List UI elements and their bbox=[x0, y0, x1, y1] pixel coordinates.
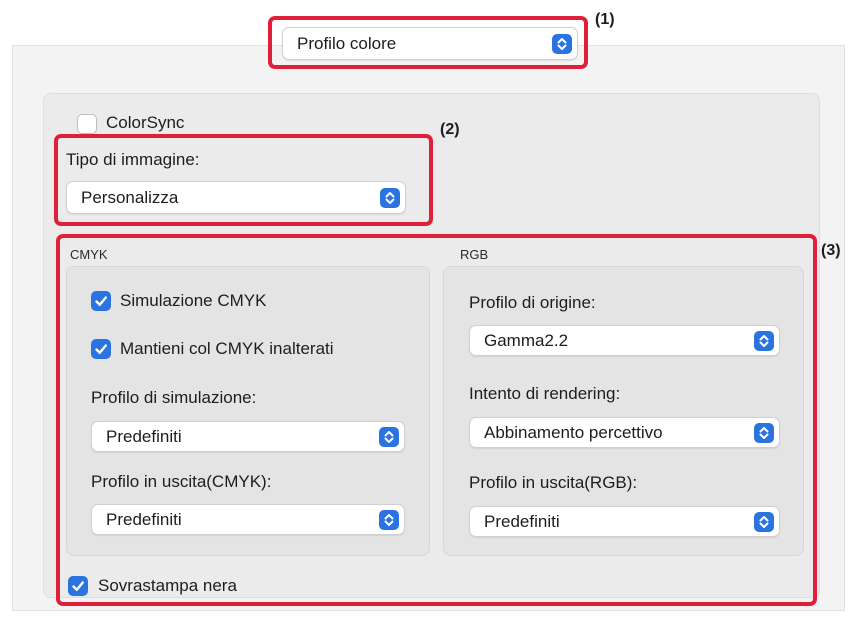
callout-number-2: (2) bbox=[440, 121, 460, 138]
colorsync-checkbox[interactable] bbox=[77, 114, 97, 134]
callout-number-1: (1) bbox=[595, 11, 615, 28]
colorsync-label: ColorSync bbox=[106, 113, 185, 132]
callout-number-3: (3) bbox=[821, 242, 841, 259]
callout-frame-1 bbox=[268, 16, 588, 69]
callout-frame-2 bbox=[54, 134, 433, 226]
callout-frame-3 bbox=[56, 234, 817, 606]
